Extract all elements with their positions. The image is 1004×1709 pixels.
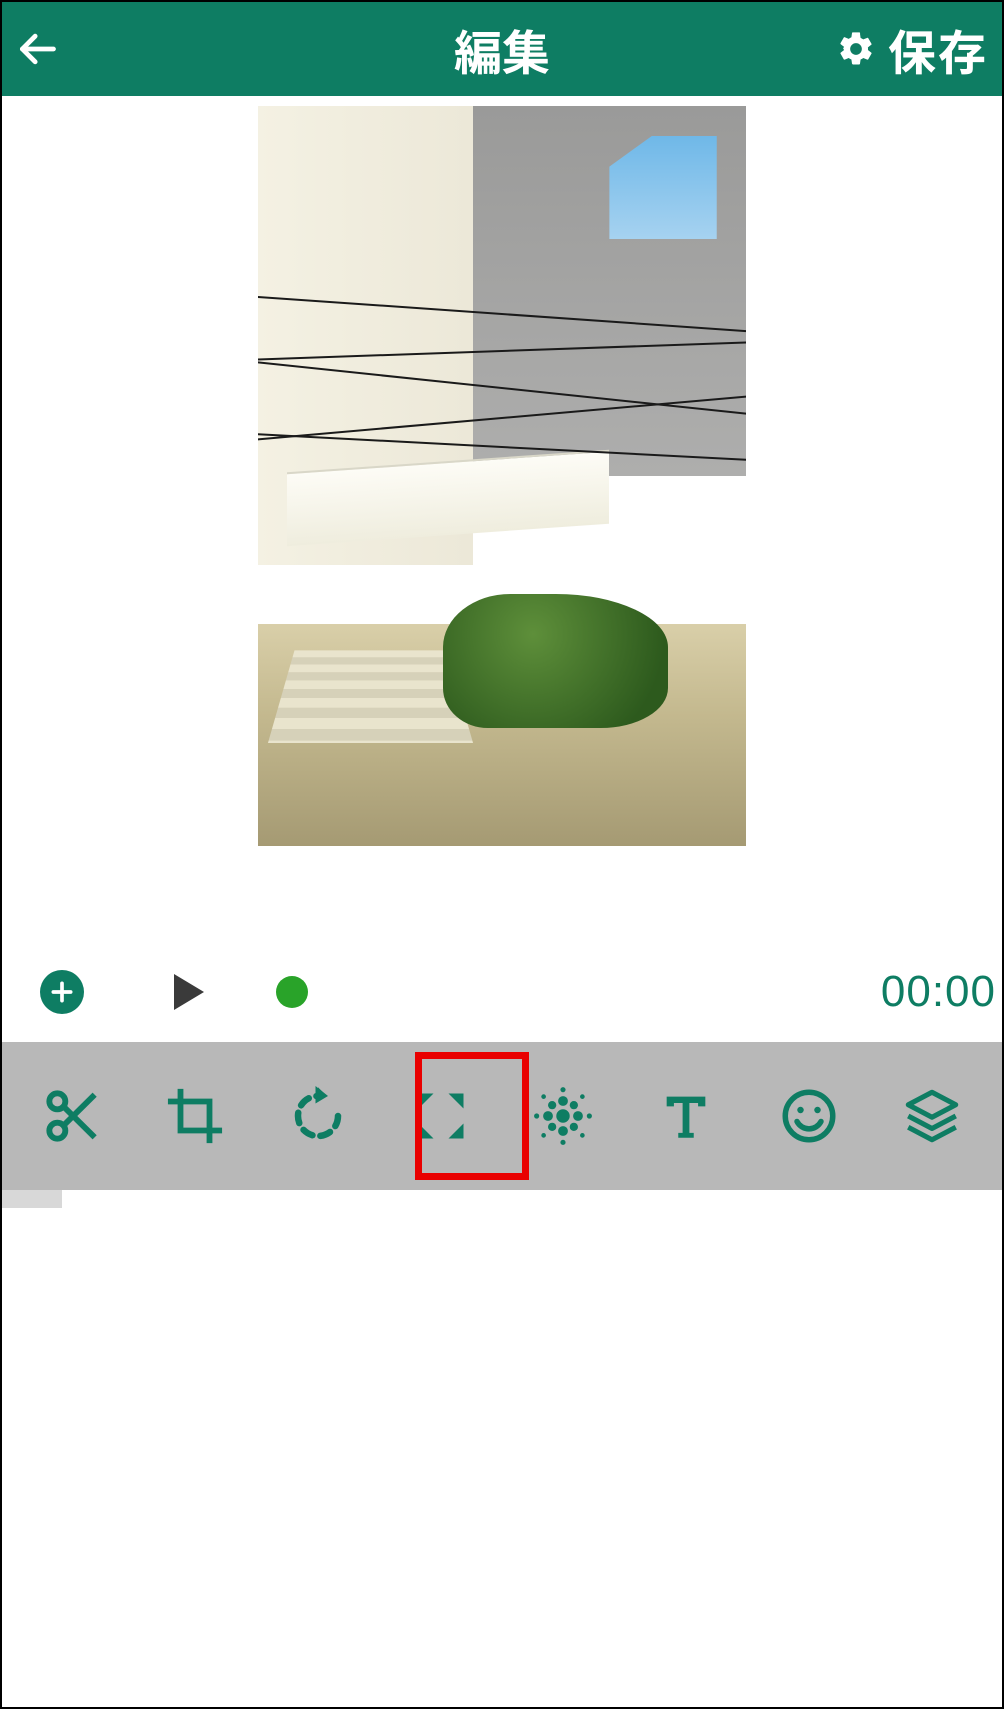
tool-blur[interactable] — [513, 1066, 613, 1166]
play-icon — [162, 968, 210, 1016]
timeline-track[interactable] — [2, 1190, 1002, 1208]
tool-text[interactable] — [636, 1066, 736, 1166]
playback-controls: 00:00 — [2, 942, 1002, 1042]
text-icon — [657, 1087, 715, 1145]
tool-layers[interactable] — [882, 1066, 982, 1166]
gear-icon — [836, 29, 876, 69]
emoji-icon — [779, 1086, 839, 1146]
tool-emoji[interactable] — [759, 1066, 859, 1166]
play-button[interactable] — [162, 968, 210, 1016]
timeline-progress — [2, 1190, 62, 1208]
cut-icon — [40, 1084, 104, 1148]
tool-crop[interactable] — [145, 1066, 245, 1166]
video-preview[interactable] — [258, 106, 746, 846]
expand-icon — [411, 1086, 471, 1146]
arrow-left-icon — [15, 27, 59, 71]
rotate-icon — [288, 1086, 348, 1146]
blur-icon — [532, 1085, 594, 1147]
add-button[interactable] — [40, 970, 84, 1014]
save-button[interactable]: 保存 — [888, 14, 988, 84]
edit-toolbar — [2, 1042, 1002, 1190]
tool-cut[interactable] — [22, 1066, 122, 1166]
tool-expand[interactable] — [391, 1066, 491, 1166]
preview-area — [2, 96, 1002, 852]
settings-button[interactable] — [836, 29, 876, 69]
plus-icon — [49, 979, 75, 1005]
header-bar: 編集 保存 — [2, 2, 1002, 96]
timeline-playhead[interactable] — [276, 976, 308, 1008]
tool-rotate[interactable] — [268, 1066, 368, 1166]
layers-icon — [902, 1086, 962, 1146]
time-display: 00:00 — [881, 967, 996, 1017]
crop-icon — [166, 1087, 224, 1145]
back-button[interactable] — [2, 2, 72, 96]
app-root: 編集 保存 — [0, 0, 1004, 1709]
